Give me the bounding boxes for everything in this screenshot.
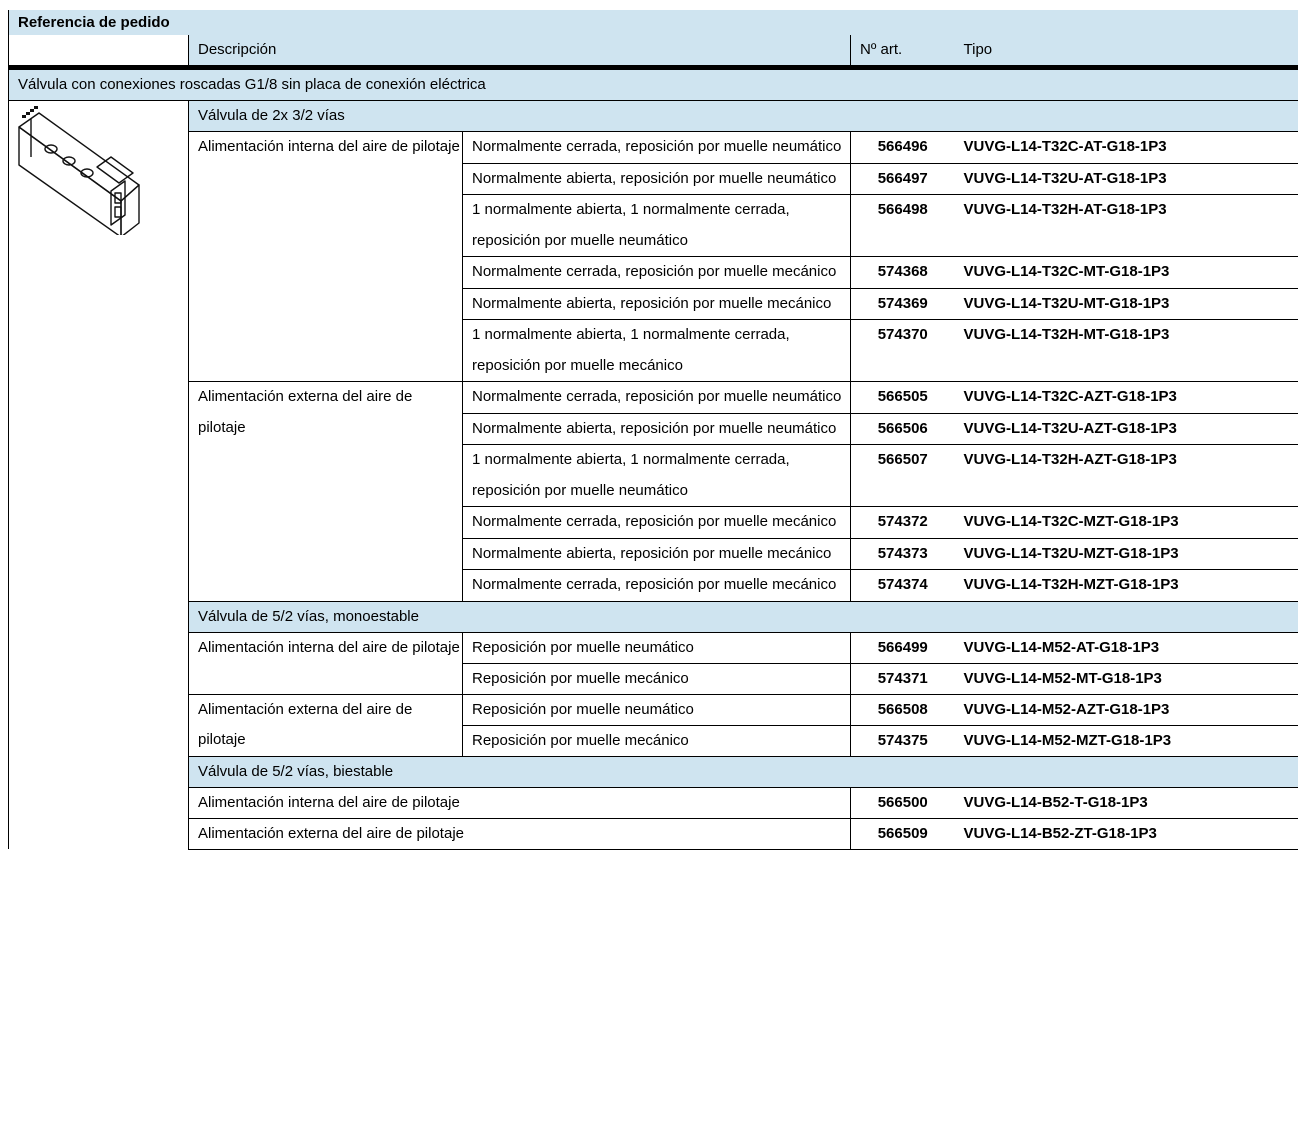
- supply-label: Alimentación interna del aire de pilotaj…: [189, 132, 463, 382]
- row-art-number: 574369: [851, 288, 955, 320]
- row-description: Reposición por muelle mecánico: [463, 663, 851, 694]
- row-art-number: 574375: [851, 725, 955, 756]
- order-table: Referencia de pedido Descripción Nº art.…: [8, 10, 1298, 850]
- row-art-number: 566509: [851, 818, 955, 849]
- row-type: VUVG-L14-B52-ZT-G18-1P3: [955, 818, 1298, 849]
- row-art-number: 566508: [851, 694, 955, 725]
- row-type: VUVG-L14-T32H-MT-G18-1P3: [955, 320, 1298, 382]
- row-type: VUVG-L14-M52-MZT-G18-1P3: [955, 725, 1298, 756]
- row-art-number: 566506: [851, 413, 955, 445]
- row-type: VUVG-L14-M52-AZT-G18-1P3: [955, 694, 1298, 725]
- row-description: Normalmente cerrada, reposición por muel…: [463, 382, 851, 414]
- row-art-number: 574372: [851, 507, 955, 539]
- row-type: VUVG-L14-T32U-AT-G18-1P3: [955, 163, 1298, 195]
- row-description: Normalmente abierta, reposición por muel…: [463, 538, 851, 570]
- row-art-number: 574370: [851, 320, 955, 382]
- row-type: VUVG-L14-T32U-MT-G18-1P3: [955, 288, 1298, 320]
- row-type: VUVG-L14-T32C-AT-G18-1P3: [955, 132, 1298, 164]
- row-description: Reposición por muelle mecánico: [463, 725, 851, 756]
- header-art-number: Nº art.: [851, 35, 955, 68]
- group-title: Válvula de 5/2 vías, monoestable: [189, 601, 1298, 632]
- table-row: Alimentación interna del aire de pilotaj…: [9, 632, 1298, 663]
- row-art-number: 566499: [851, 632, 955, 663]
- row-art-number: 566500: [851, 787, 955, 818]
- row-type: VUVG-L14-T32C-MZT-G18-1P3: [955, 507, 1298, 539]
- row-description: Normalmente abierta, reposición por muel…: [463, 413, 851, 445]
- supply-label: Alimentación externa del aire de pilotaj…: [189, 694, 463, 756]
- row-type: VUVG-L14-B52-T-G18-1P3: [955, 787, 1298, 818]
- table-row: Alimentación externa del aire de pilotaj…: [9, 818, 1298, 849]
- row-description: Reposición por muelle neumático: [463, 632, 851, 663]
- row-description: 1 normalmente abierta, 1 normalmente cer…: [463, 320, 851, 382]
- valve-image: [11, 105, 141, 235]
- row-type: VUVG-L14-M52-AT-G18-1P3: [955, 632, 1298, 663]
- row-art-number: 566497: [851, 163, 955, 195]
- row-description: Alimentación externa del aire de pilotaj…: [189, 818, 851, 849]
- header-description: Descripción: [189, 35, 851, 68]
- group-title: Válvula de 5/2 vías, biestable: [189, 756, 1298, 787]
- row-description: Alimentación interna del aire de pilotaj…: [189, 787, 851, 818]
- row-description: 1 normalmente abierta, 1 normalmente cer…: [463, 195, 851, 257]
- row-description: Normalmente abierta, reposición por muel…: [463, 288, 851, 320]
- row-type: VUVG-L14-T32H-MZT-G18-1P3: [955, 570, 1298, 602]
- row-art-number: 566498: [851, 195, 955, 257]
- row-description: Reposición por muelle neumático: [463, 694, 851, 725]
- header-type: Tipo: [955, 35, 1298, 68]
- table-title: Referencia de pedido: [9, 10, 1298, 35]
- row-art-number: 566505: [851, 382, 955, 414]
- row-description: Normalmente cerrada, reposición por muel…: [463, 570, 851, 602]
- row-description: Normalmente cerrada, reposición por muel…: [463, 507, 851, 539]
- product-image: [9, 101, 189, 850]
- row-type: VUVG-L14-T32H-AZT-G18-1P3: [955, 445, 1298, 507]
- supply-label: Alimentación interna del aire de pilotaj…: [189, 632, 463, 694]
- row-description: Normalmente cerrada, reposición por muel…: [463, 132, 851, 164]
- row-type: VUVG-L14-T32H-AT-G18-1P3: [955, 195, 1298, 257]
- table-row: Alimentación interna del aire de pilotaj…: [9, 787, 1298, 818]
- row-art-number: 566507: [851, 445, 955, 507]
- section-title: Válvula con conexiones roscadas G1/8 sin…: [9, 68, 1298, 101]
- row-art-number: 574368: [851, 257, 955, 289]
- row-art-number: 566496: [851, 132, 955, 164]
- row-art-number: 574374: [851, 570, 955, 602]
- row-description: Normalmente abierta, reposición por muel…: [463, 163, 851, 195]
- row-art-number: 574373: [851, 538, 955, 570]
- row-type: VUVG-L14-M52-MT-G18-1P3: [955, 663, 1298, 694]
- row-art-number: 574371: [851, 663, 955, 694]
- row-type: VUVG-L14-T32C-MT-G18-1P3: [955, 257, 1298, 289]
- row-type: VUVG-L14-T32U-MZT-G18-1P3: [955, 538, 1298, 570]
- group-title: Válvula de 2x 3/2 vías: [189, 101, 1298, 132]
- table-row: Alimentación interna del aire de pilotaj…: [9, 132, 1298, 164]
- row-description: Normalmente cerrada, reposición por muel…: [463, 257, 851, 289]
- row-type: VUVG-L14-T32U-AZT-G18-1P3: [955, 413, 1298, 445]
- table-row: Alimentación externa del aire de pilotaj…: [9, 694, 1298, 725]
- table-row: Alimentación externa del aire de pilotaj…: [9, 382, 1298, 414]
- supply-label: Alimentación externa del aire de pilotaj…: [189, 382, 463, 602]
- row-type: VUVG-L14-T32C-AZT-G18-1P3: [955, 382, 1298, 414]
- row-description: 1 normalmente abierta, 1 normalmente cer…: [463, 445, 851, 507]
